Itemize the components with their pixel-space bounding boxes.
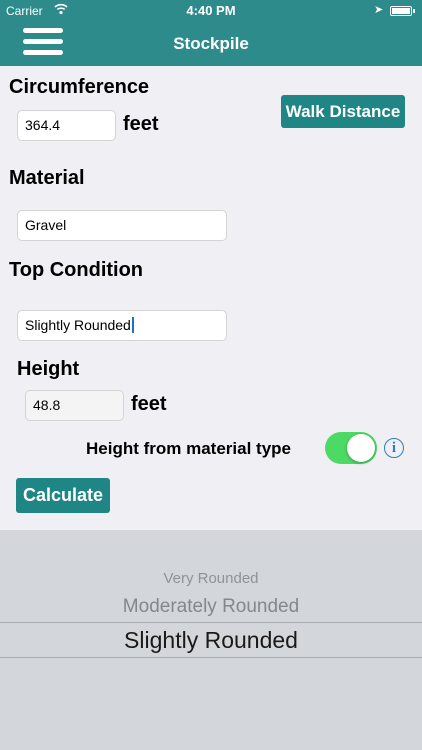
- height-from-material-label: Height from material type: [86, 439, 291, 458]
- picker-selection-top-line: [0, 622, 422, 623]
- picker-selection-bottom-line: [0, 657, 422, 658]
- status-time: 4:40 PM: [186, 3, 236, 18]
- location-arrow-icon: ➤: [374, 4, 384, 16]
- navigation-bar: Carrier 4:40 PM ➤ Stockpile: [0, 0, 422, 66]
- circumference-label: Circumference: [9, 76, 150, 98]
- height-from-material-toggle[interactable]: [325, 432, 377, 464]
- top-condition-label: Top Condition: [9, 259, 144, 281]
- picker-option-moderately-rounded[interactable]: Moderately Rounded: [0, 596, 422, 618]
- text-cursor: [131, 317, 134, 333]
- top-condition-field[interactable]: Slightly Rounded: [17, 310, 227, 341]
- info-icon[interactable]: i: [384, 438, 404, 458]
- material-field[interactable]: Gravel: [17, 210, 227, 241]
- calculate-button[interactable]: Calculate: [16, 478, 110, 513]
- height-input[interactable]: 48.8: [25, 390, 124, 421]
- circumference-unit: feet: [123, 113, 159, 135]
- battery-icon: [390, 6, 415, 16]
- page-title: Stockpile: [173, 34, 249, 53]
- picker-option-very-rounded[interactable]: Very Rounded: [0, 570, 422, 587]
- toggle-knob: [347, 434, 375, 462]
- height-unit: feet: [131, 393, 167, 415]
- stockpile-form: Circumference 364.4 feet Walk Distance M…: [0, 66, 422, 530]
- circumference-input[interactable]: 364.4: [17, 110, 116, 141]
- top-condition-picker[interactable]: Very Rounded Moderately Rounded Slightly…: [0, 530, 422, 750]
- top-condition-value: Slightly Rounded: [25, 317, 131, 333]
- picker-option-slightly-rounded[interactable]: Slightly Rounded: [0, 627, 422, 654]
- walk-distance-button[interactable]: Walk Distance: [281, 95, 405, 128]
- height-label: Height: [17, 358, 80, 380]
- status-bar: Carrier 4:40 PM ➤: [0, 0, 422, 22]
- material-label: Material: [9, 167, 85, 189]
